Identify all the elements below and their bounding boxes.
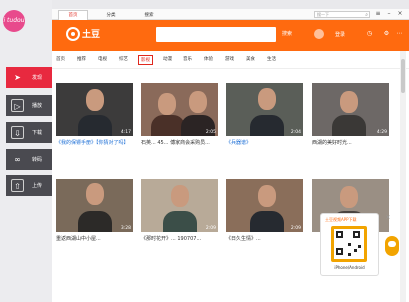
search-input[interactable]: [156, 27, 276, 42]
video-thumbnail[interactable]: 3:28: [56, 179, 133, 232]
tab-home[interactable]: 首页: [58, 10, 88, 20]
video-title[interactable]: 石英... 45... 傅家商会采购员...: [141, 139, 218, 147]
video-title[interactable]: 《日久生情》...: [226, 235, 303, 243]
scrollbar[interactable]: [400, 51, 406, 302]
nav-item[interactable]: 首页: [56, 55, 65, 65]
video-duration: 2:09: [205, 226, 216, 231]
nav-item[interactable]: 动漫: [163, 55, 172, 65]
sidebar-item-label: 转码: [32, 157, 43, 163]
sidebar-item-play[interactable]: ▷ 播放: [6, 95, 52, 116]
tudou-client-window: i tudou ➤ 发现 ▷ 播放 ⇩ 下载 ∞ 转码 ⇧ 上传 首页 分类 搜…: [0, 0, 409, 302]
tudou-mascot-icon[interactable]: [383, 232, 401, 258]
brand-name: 土豆: [82, 30, 101, 40]
minimize-icon[interactable]: –: [385, 10, 393, 18]
video-thumbnail[interactable]: 2:09: [226, 179, 303, 232]
sidebar-item-label: 发现: [32, 75, 43, 81]
brand-logo[interactable]: 土豆: [66, 26, 101, 43]
tudou-logo-icon: [66, 26, 80, 41]
history-icon[interactable]: ◷: [365, 29, 374, 38]
upload-icon: ⇧: [11, 179, 24, 192]
nav-item[interactable]: 游戏: [225, 55, 234, 65]
category-nav: 首页 推荐 电视 综艺 影视 动漫 音乐 体验 游戏 美食 生活: [52, 51, 409, 69]
nav-item[interactable]: 音乐: [183, 55, 192, 65]
video-title[interactable]: 《那时花开》... 190707...: [141, 235, 218, 243]
video-thumbnail[interactable]: 4:29: [312, 83, 389, 136]
video-duration: 3:28: [120, 226, 131, 231]
login-link[interactable]: 登录: [335, 31, 345, 38]
top-search-input[interactable]: 搜一下 ⌕: [314, 11, 370, 18]
top-search-placeholder: 搜一下: [317, 12, 329, 17]
video-duration: 4:17: [120, 130, 131, 135]
sidebar-item-download[interactable]: ⇩ 下载: [6, 122, 52, 143]
nav-item[interactable]: 综艺: [119, 55, 128, 65]
download-icon: ⇩: [11, 126, 24, 139]
orange-header: 土豆 搜索 登录 ◷ ⚙ ⋯: [52, 20, 409, 51]
sidebar-item-upload[interactable]: ⇧ 上传: [6, 175, 52, 196]
popup-title: 土豆视频APP下载: [325, 217, 357, 222]
nav-item[interactable]: 生活: [267, 55, 276, 65]
video-title[interactable]: 西湖的美好时光...: [312, 139, 389, 147]
video-duration: 4:29: [376, 130, 387, 135]
more-icon[interactable]: ⋯: [395, 29, 404, 38]
nav-item[interactable]: 体验: [204, 55, 213, 65]
top-tab-bar: 首页 分类 搜索 搜一下 ⌕ ≡ – ×: [52, 9, 409, 20]
video-duration: 2:05: [205, 130, 216, 135]
video-duration: 2:04: [290, 130, 301, 135]
video-thumbnail[interactable]: 2:04: [226, 83, 303, 136]
search-button[interactable]: 搜索: [278, 28, 296, 41]
video-thumbnail[interactable]: 2:05: [141, 83, 218, 136]
nav-item[interactable]: 电视: [98, 55, 107, 65]
scrollbar-thumb[interactable]: [401, 59, 405, 93]
tab-search[interactable]: 搜索: [134, 11, 164, 20]
qr-code: [331, 226, 367, 262]
nav-item[interactable]: 推荐: [77, 55, 86, 65]
tudou-logo[interactable]: i tudou: [3, 10, 25, 32]
infinity-icon: ∞: [14, 155, 21, 164]
search-icon[interactable]: ⌕: [365, 12, 368, 18]
video-title[interactable]: 《我的保镖手册》【你猜对了吗】: [56, 139, 133, 147]
left-sidebar: i tudou ➤ 发现 ▷ 播放 ⇩ 下载 ∞ 转码 ⇧ 上传: [0, 0, 52, 302]
send-icon: ➤: [14, 73, 21, 82]
nav-item-active[interactable]: 影视: [138, 55, 153, 65]
video-title[interactable]: 重返西湖山中小屋...: [56, 235, 133, 243]
sidebar-item-label: 下载: [32, 130, 43, 136]
user-avatar-icon[interactable]: [314, 29, 324, 39]
video-title[interactable]: 《兵器谱》: [226, 139, 303, 147]
settings-icon[interactable]: ⚙: [382, 29, 391, 38]
video-thumbnail[interactable]: 4:17: [56, 83, 133, 136]
menu-icon[interactable]: ≡: [374, 10, 382, 18]
video-duration: 2:09: [290, 226, 301, 231]
sidebar-item-label: 上传: [32, 183, 43, 189]
popup-platforms: iPhone/Android: [334, 265, 365, 270]
sidebar-item-discover[interactable]: ➤ 发现: [6, 67, 52, 88]
sidebar-item-transcode[interactable]: ∞ 转码: [6, 149, 52, 170]
close-icon[interactable]: ×: [384, 214, 392, 222]
video-thumbnail[interactable]: 2:09: [141, 179, 218, 232]
tab-category[interactable]: 分类: [96, 11, 126, 20]
nav-item[interactable]: 美食: [246, 55, 255, 65]
app-download-popup: 土豆视频APP下载 iPhone/Android: [320, 213, 379, 276]
sidebar-item-label: 播放: [32, 103, 43, 109]
play-icon: ▷: [11, 99, 24, 112]
close-icon[interactable]: ×: [396, 10, 404, 18]
